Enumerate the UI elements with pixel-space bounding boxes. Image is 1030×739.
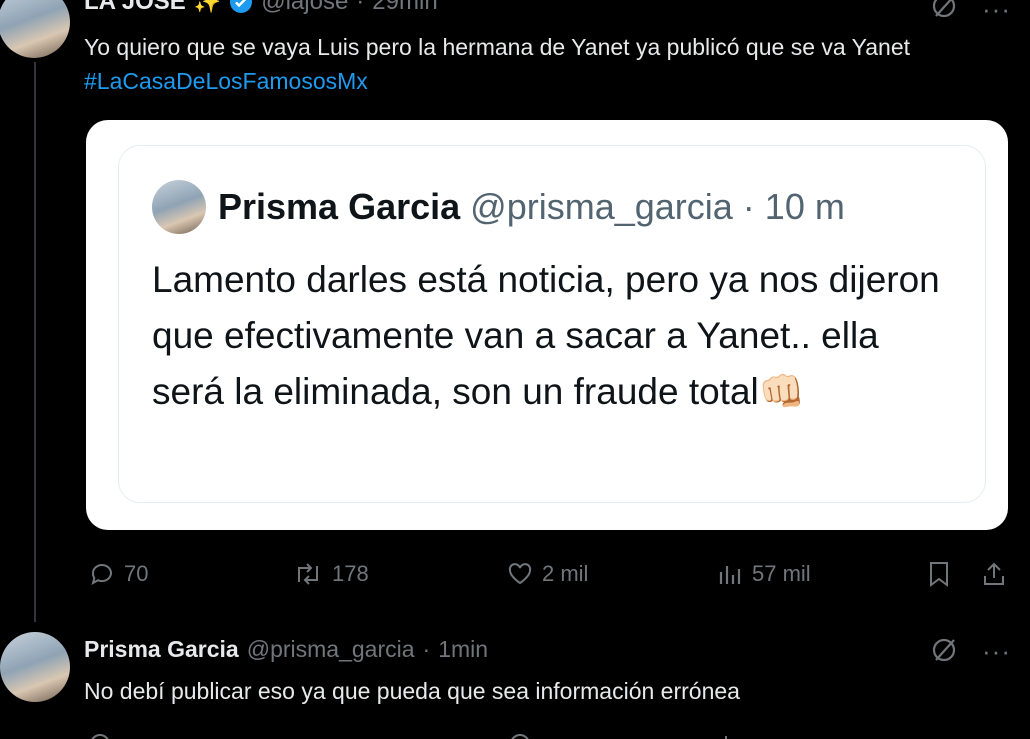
like-count: 2 mil <box>542 561 589 586</box>
hashtag-link[interactable]: #LaCasaDeLosFamososMx <box>84 68 368 94</box>
views-icon <box>716 560 744 588</box>
tweet-body: Yo quiero que se vaya Luis pero la herma… <box>84 34 911 60</box>
quoted-header: Prisma Garcia @prisma_garcia · 10 m <box>218 186 845 228</box>
separator-dot: · <box>356 0 365 15</box>
retweet-button[interactable]: 178 <box>292 560 369 588</box>
views-button[interactable]: 57 mil <box>716 560 811 588</box>
quoted-text: Lamento darles está noticia, pero ya nos… <box>152 259 940 412</box>
verified-icon <box>229 0 253 14</box>
reply-button[interactable]: 70 <box>88 560 148 588</box>
reply-grok-icon[interactable] <box>930 636 958 664</box>
author-name[interactable]: LA JOSE <box>84 0 186 16</box>
reply-text: No debí publicar eso ya que pueda que se… <box>84 678 740 704</box>
sparkle-icon: ✨ <box>193 0 222 14</box>
bookmark-icon[interactable] <box>926 560 952 588</box>
tweet-time[interactable]: 29min <box>372 0 437 16</box>
quoted-avatar <box>152 180 206 234</box>
like-button[interactable]: 2 mil <box>506 560 588 588</box>
reply-time[interactable]: 1min <box>438 636 488 663</box>
thread-line <box>34 62 36 622</box>
tweet-header: LA JOSE ✨ @lajose · 29min <box>84 0 438 16</box>
quoted-handle: @prisma_garcia <box>470 186 733 227</box>
avatar[interactable] <box>0 0 70 58</box>
retweet-count: 178 <box>332 561 369 586</box>
share-icon[interactable] <box>980 560 1008 588</box>
next-actions-peek <box>86 730 1006 739</box>
quoted-time: 10 m <box>764 186 845 227</box>
retweet-icon <box>292 560 324 588</box>
tweet-text: Yo quiero que se vaya Luis pero la herma… <box>84 30 1004 98</box>
grok-icon[interactable] <box>930 0 958 20</box>
quoted-dot: · <box>742 186 755 227</box>
reply-more-icon[interactable]: ··· <box>982 636 1011 667</box>
reply-author-handle[interactable]: @prisma_garcia <box>247 636 415 663</box>
reply-icon <box>88 560 116 588</box>
reply-count: 70 <box>124 561 149 586</box>
reply-header: Prisma Garcia @prisma_garcia · 1min <box>84 636 488 663</box>
views-count: 57 mil <box>752 561 811 586</box>
more-icon[interactable]: ··· <box>982 0 1011 25</box>
author-handle[interactable]: @lajose <box>261 0 348 16</box>
reply-avatar[interactable] <box>0 632 70 702</box>
quoted-name: Prisma Garcia <box>218 186 461 227</box>
like-icon <box>506 560 534 588</box>
reply-separator-dot: · <box>422 636 431 662</box>
reply-author-name[interactable]: Prisma Garcia <box>84 636 239 663</box>
